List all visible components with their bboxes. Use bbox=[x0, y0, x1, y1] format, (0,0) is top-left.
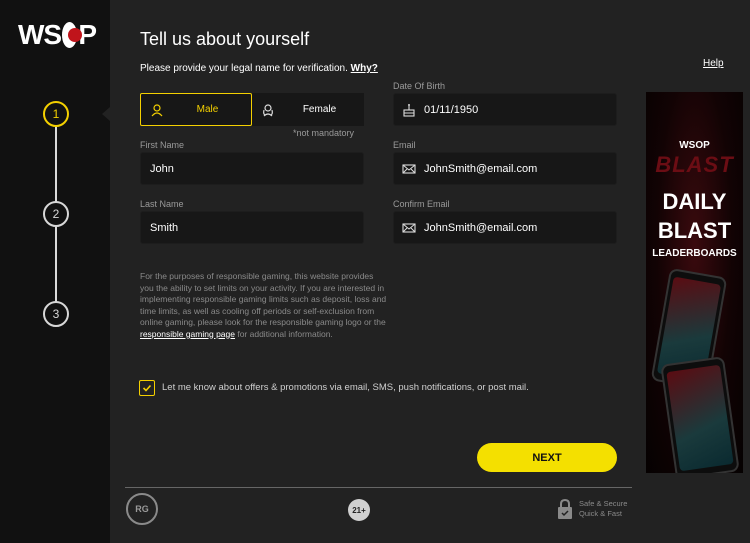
last-name-input[interactable]: Smith bbox=[140, 211, 364, 244]
gender-female-option[interactable]: Female bbox=[252, 93, 364, 126]
responsible-gaming-disclaimer: For the purposes of responsible gaming, … bbox=[140, 271, 388, 340]
gender-male-label: Male bbox=[196, 104, 219, 115]
gender-male-option[interactable]: Male bbox=[140, 93, 252, 126]
logo-text-prefix: WS bbox=[18, 19, 62, 50]
first-name-value: John bbox=[150, 162, 174, 175]
padlock-icon bbox=[558, 498, 572, 519]
disclaimer-text-pre: For the purposes of responsible gaming, … bbox=[140, 271, 387, 327]
birthday-cake-icon bbox=[403, 103, 415, 117]
footer-divider bbox=[125, 487, 632, 488]
first-name-label: First Name bbox=[140, 140, 185, 150]
subtitle-text: Please provide your legal name for verif… bbox=[140, 63, 348, 74]
confirm-email-input[interactable]: JohnSmith@email.com bbox=[393, 211, 617, 244]
age-21-badge: 21+ bbox=[348, 499, 370, 521]
next-button[interactable]: NEXT bbox=[477, 443, 617, 472]
email-value: JohnSmith@email.com bbox=[424, 162, 538, 175]
daily-blast-ad-banner[interactable]: WSOP BLAST DAILY BLAST LEADERBOARDS bbox=[646, 92, 743, 473]
dob-value: 01/11/1950 bbox=[424, 103, 479, 116]
ad-phone-image bbox=[660, 356, 740, 473]
secure-line-1: Safe & Secure bbox=[579, 499, 628, 508]
ad-headline-daily: DAILY bbox=[662, 189, 727, 214]
ad-blast-logo: BLAST bbox=[655, 152, 734, 177]
ad-headline: DAILY BLAST bbox=[646, 187, 743, 245]
disclaimer-text-post: for additional information. bbox=[234, 328, 333, 339]
why-link[interactable]: Why? bbox=[351, 63, 378, 74]
ad-leaderboards-text: LEADERBOARDS bbox=[652, 248, 737, 259]
first-name-input[interactable]: John bbox=[140, 152, 364, 185]
ad-wsop-logo: WSOP bbox=[679, 140, 710, 151]
dob-field[interactable]: 01/11/1950 bbox=[393, 93, 617, 126]
confirm-email-label: Confirm Email bbox=[393, 199, 450, 209]
gender-female-label: Female bbox=[302, 104, 337, 115]
checkmark-icon bbox=[142, 384, 152, 392]
responsible-gaming-badge[interactable]: RG bbox=[126, 493, 158, 525]
male-avatar-icon bbox=[151, 103, 163, 116]
page-title: Tell us about yourself bbox=[140, 29, 310, 49]
responsible-gaming-link[interactable]: responsible gaming page bbox=[140, 329, 235, 339]
envelope-icon bbox=[402, 163, 416, 174]
secure-line-2: Quick & Fast bbox=[579, 509, 622, 518]
email-input[interactable]: JohnSmith@email.com bbox=[393, 152, 617, 185]
last-name-label: Last Name bbox=[140, 199, 184, 209]
page-subtitle: Please provide your legal name for verif… bbox=[140, 63, 378, 74]
wsop-logo[interactable]: WS P bbox=[18, 18, 97, 52]
confirm-email-value: JohnSmith@email.com bbox=[424, 221, 538, 234]
promotions-consent-label: Let me know about offers & promotions vi… bbox=[162, 382, 529, 393]
step-2-indicator: 2 bbox=[43, 201, 69, 227]
dob-label: Date Of Birth bbox=[393, 81, 446, 91]
poker-chip-icon bbox=[62, 22, 83, 48]
gender-not-mandatory-note: *not mandatory bbox=[293, 128, 355, 138]
ad-headline-blast: BLAST bbox=[657, 218, 732, 243]
step-3-indicator: 3 bbox=[43, 301, 69, 327]
safe-secure-badge: Safe & Secure Quick & Fast bbox=[557, 498, 627, 520]
female-avatar-icon bbox=[263, 103, 273, 116]
help-link[interactable]: Help bbox=[703, 58, 724, 69]
promotions-consent-checkbox[interactable] bbox=[139, 380, 155, 396]
step-1-indicator: 1 bbox=[43, 101, 69, 127]
envelope-icon bbox=[402, 222, 416, 233]
ad-phone-screen bbox=[666, 364, 734, 472]
email-label: Email bbox=[393, 140, 416, 150]
last-name-value: Smith bbox=[150, 221, 179, 234]
step-pointer bbox=[102, 107, 110, 121]
sidebar: WS P 1 2 3 bbox=[0, 0, 110, 543]
